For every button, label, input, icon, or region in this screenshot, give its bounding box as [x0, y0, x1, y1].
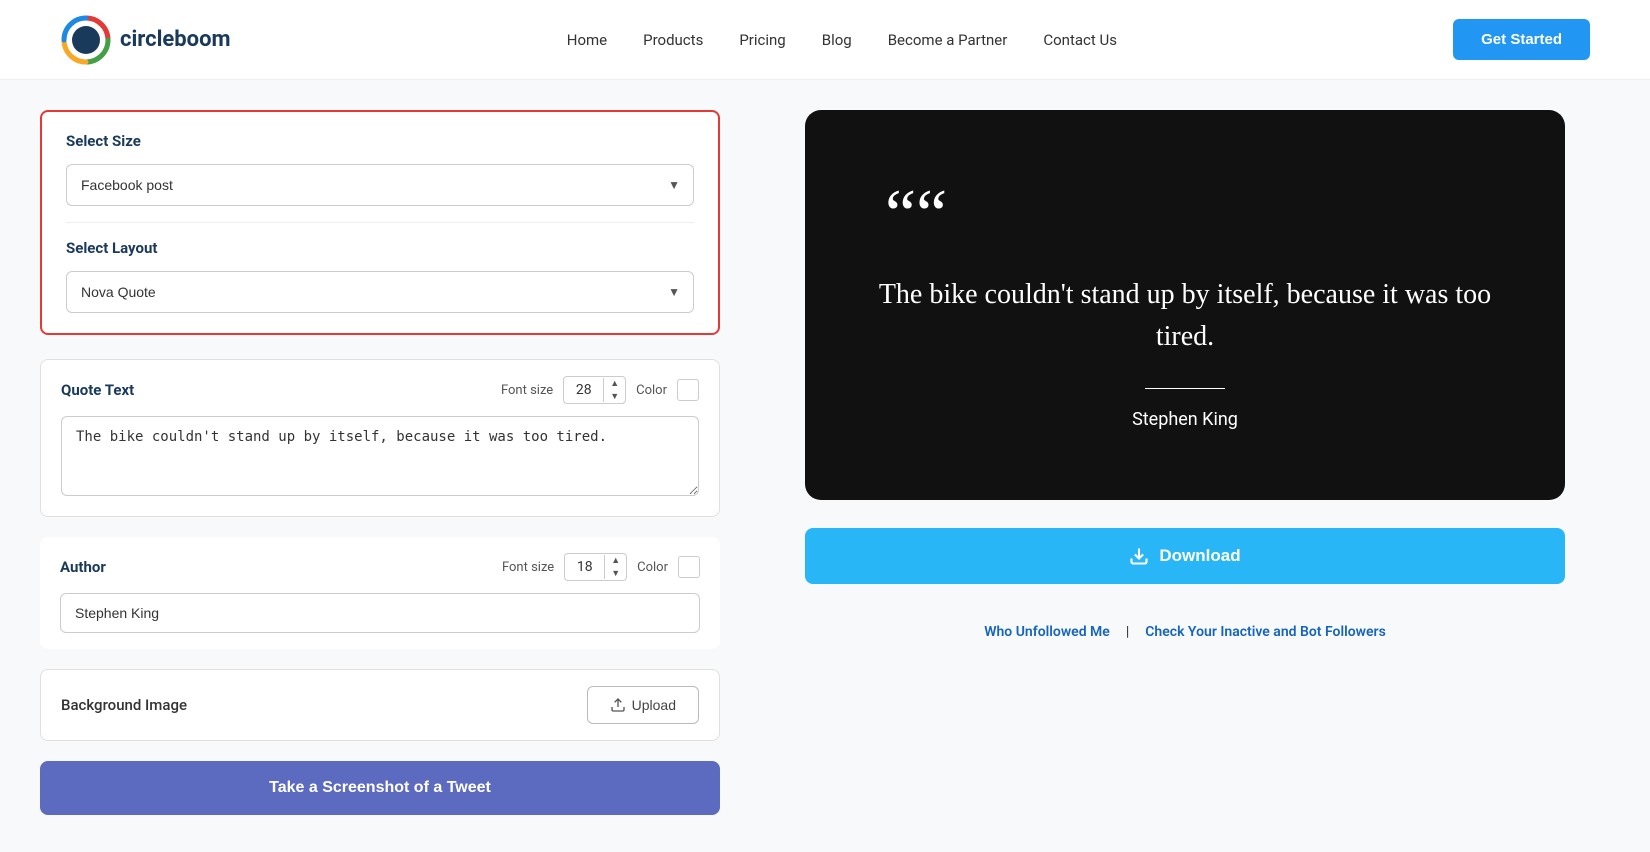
main-content: Select Size Facebook post Twitter post I… — [0, 80, 1650, 845]
quote-card: ““ The bike couldn't stand up by itself,… — [805, 110, 1565, 500]
nav-partner[interactable]: Become a Partner — [888, 31, 1008, 49]
author-input[interactable] — [60, 593, 700, 633]
size-select-wrapper: Facebook post Twitter post Instagram pos… — [66, 164, 694, 206]
right-panel: ““ The bike couldn't stand up by itself,… — [760, 110, 1610, 815]
size-select[interactable]: Facebook post Twitter post Instagram pos… — [66, 164, 694, 206]
quote-text-input[interactable]: The bike couldn't stand up by itself, be… — [61, 416, 699, 496]
author-font-decrease-button[interactable]: ▼ — [605, 567, 626, 580]
quote-font-size-arrows[interactable]: ▲ ▼ — [604, 377, 625, 403]
author-font-size-box: 18 ▲ ▼ — [564, 553, 627, 581]
upload-label: Upload — [632, 697, 676, 713]
footer-links: Who Unfollowed Me | Check Your Inactive … — [984, 624, 1386, 640]
quote-preview-author: Stephen King — [1132, 409, 1238, 430]
logo-icon — [60, 14, 112, 66]
download-label: Download — [1159, 546, 1240, 566]
quote-font-size-value: 28 — [564, 378, 604, 402]
upload-icon — [610, 697, 626, 713]
header: circleboom Home Products Pricing Blog Be… — [0, 0, 1650, 80]
inactive-followers-link[interactable]: Check Your Inactive and Bot Followers — [1145, 624, 1386, 640]
nav-blog[interactable]: Blog — [822, 31, 852, 49]
select-size-label: Select Size — [66, 132, 694, 150]
author-color-picker[interactable] — [678, 556, 700, 578]
quote-text-section: Quote Text Font size 28 ▲ ▼ Color The bi… — [40, 359, 720, 517]
author-font-size-arrows[interactable]: ▲ ▼ — [605, 554, 626, 580]
color-label: Color — [636, 383, 667, 398]
get-started-button[interactable]: Get Started — [1453, 19, 1590, 60]
nav: Home Products Pricing Blog Become a Part… — [567, 31, 1117, 49]
quote-text-label: Quote Text — [61, 381, 134, 399]
quote-card-divider — [1145, 388, 1225, 389]
author-font-controls: Font size 18 ▲ ▼ Color — [502, 553, 700, 581]
quote-font-increase-button[interactable]: ▲ — [604, 377, 625, 390]
nav-products[interactable]: Products — [643, 31, 703, 49]
logo: circleboom — [60, 14, 231, 66]
quote-text-header: Quote Text Font size 28 ▲ ▼ Color — [61, 376, 699, 404]
selection-box: Select Size Facebook post Twitter post I… — [40, 110, 720, 335]
quote-mark-icon: ““ — [885, 180, 947, 250]
background-image-section: Background Image Upload — [40, 669, 720, 741]
author-font-size-label: Font size — [502, 560, 554, 575]
background-image-label: Background Image — [61, 696, 187, 714]
select-layout-label: Select Layout — [66, 239, 694, 257]
author-section: Author Font size 18 ▲ ▼ Color — [40, 537, 720, 649]
upload-button[interactable]: Upload — [587, 686, 699, 724]
font-size-label: Font size — [501, 383, 553, 398]
download-button[interactable]: Download — [805, 528, 1565, 584]
left-panel: Select Size Facebook post Twitter post I… — [40, 110, 720, 815]
author-header: Author Font size 18 ▲ ▼ Color — [60, 553, 700, 581]
logo-text: circleboom — [120, 27, 231, 52]
layout-select-wrapper: Nova Quote Classic Quote Modern Quote ▼ — [66, 271, 694, 313]
divider — [66, 222, 694, 223]
quote-preview-text: The bike couldn't stand up by itself, be… — [865, 274, 1505, 358]
quote-font-decrease-button[interactable]: ▼ — [604, 390, 625, 403]
author-font-size-value: 18 — [565, 555, 605, 579]
author-font-increase-button[interactable]: ▲ — [605, 554, 626, 567]
screenshot-button[interactable]: Take a Screenshot of a Tweet — [40, 761, 720, 815]
who-unfollowed-link[interactable]: Who Unfollowed Me — [984, 624, 1110, 640]
layout-select[interactable]: Nova Quote Classic Quote Modern Quote — [66, 271, 694, 313]
quote-font-size-box: 28 ▲ ▼ — [563, 376, 626, 404]
footer-separator: | — [1126, 624, 1129, 640]
quote-color-picker[interactable] — [677, 379, 699, 401]
nav-pricing[interactable]: Pricing — [739, 31, 785, 49]
author-color-label: Color — [637, 560, 668, 575]
nav-home[interactable]: Home — [567, 31, 607, 49]
download-icon — [1129, 546, 1149, 566]
quote-font-controls: Font size 28 ▲ ▼ Color — [501, 376, 699, 404]
author-label: Author — [60, 558, 106, 576]
nav-contact[interactable]: Contact Us — [1043, 31, 1117, 49]
